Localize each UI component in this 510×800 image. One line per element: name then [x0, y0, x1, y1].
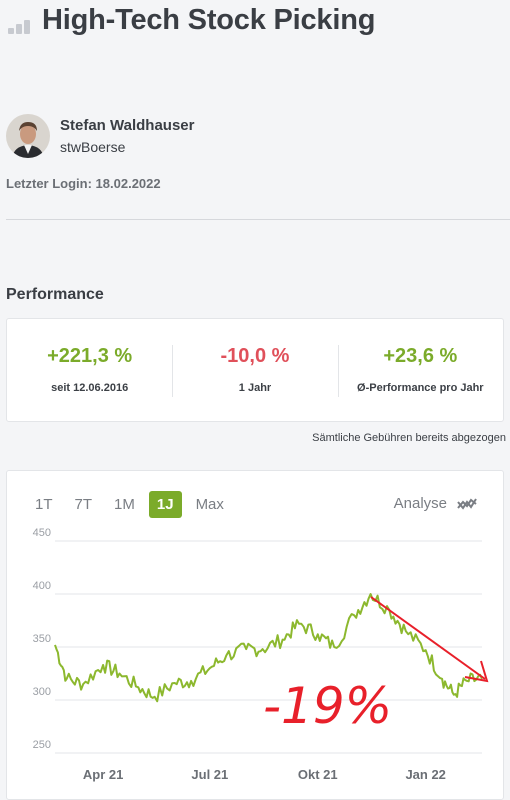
y-tick-label: 400: [33, 580, 51, 592]
annotation-text: -19%: [263, 677, 392, 735]
page-header: High-Tech Stock Picking: [8, 4, 375, 37]
bar-chart-icon: [8, 14, 32, 34]
performance-1year: -10,0 % 1 Jahr: [172, 319, 337, 421]
performance-label: 1 Jahr: [238, 382, 272, 394]
performance-avg: +23,6 % Ø-Performance pro Jahr: [337, 319, 503, 421]
avatar[interactable]: [6, 114, 50, 158]
performance-label: Ø-Performance pro Jahr: [357, 382, 484, 394]
performance-heading: Performance: [6, 286, 104, 303]
x-tick-label: Jul 21: [191, 767, 228, 782]
divider: [6, 219, 510, 220]
annotation-arrow: [370, 596, 486, 680]
performance-label: seit 12.06.2016: [51, 382, 129, 394]
performance-chart[interactable]: 250 300 350 400 450 Apr 21 Jul 21 Okt 21 Jan 22 -…: [7, 471, 505, 789]
y-tick-label: 300: [33, 686, 51, 698]
y-tick-label: 350: [33, 633, 51, 645]
x-tick-label: Jan 22: [405, 767, 445, 782]
user-handle: stwBoerse: [60, 139, 126, 155]
chart-card: 1T 7T 1M 1J Max Analyse 250 300 350 400 450 A…: [6, 470, 504, 800]
performance-total: +221,3 % seit 12.06.2016: [7, 319, 172, 421]
last-login: Letzter Login: 18.02.2022: [6, 176, 161, 191]
x-tick-label: Apr 21: [83, 767, 123, 782]
performance-value: +23,6 %: [383, 345, 458, 367]
profile: Stefan Waldhauser stwBoerse: [6, 114, 194, 158]
user-name[interactable]: Stefan Waldhauser: [60, 117, 194, 134]
performance-card: +221,3 % seit 12.06.2016 -10,0 % 1 Jahr …: [6, 318, 504, 422]
y-tick-label: 450: [33, 527, 51, 539]
performance-value: -10,0 %: [220, 345, 290, 367]
fee-note: Sämtliche Gebühren bereits abgezogen: [312, 432, 506, 444]
x-tick-label: Okt 21: [298, 767, 338, 782]
performance-value: +221,3 %: [47, 345, 133, 367]
page-title: High-Tech Stock Picking: [42, 4, 376, 36]
y-tick-label: 250: [33, 739, 51, 751]
